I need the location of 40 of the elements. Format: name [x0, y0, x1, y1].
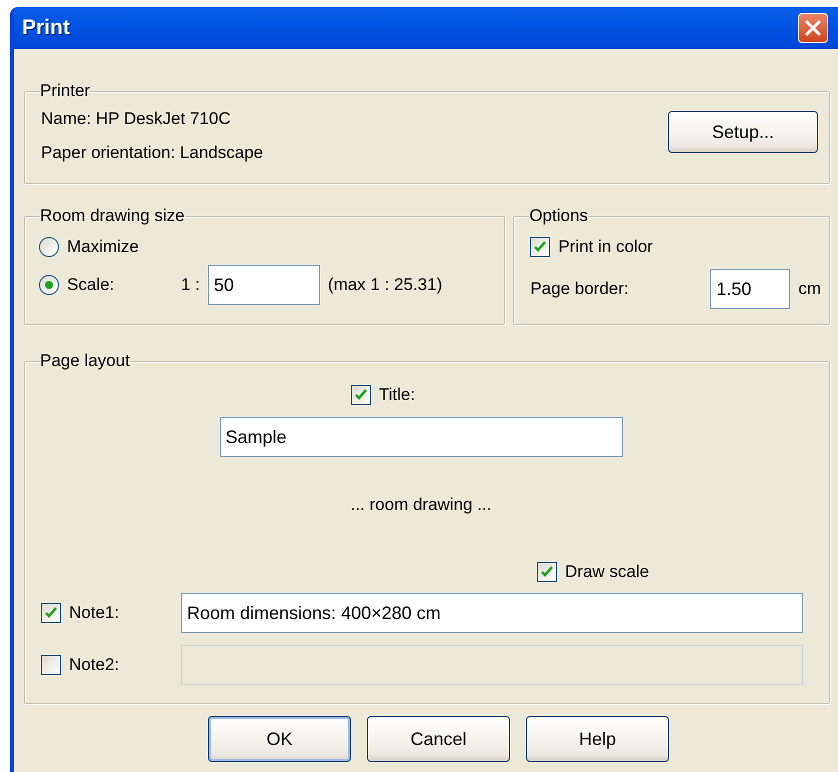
group-label: Room drawing size: [40, 206, 185, 226]
group-label: Options: [529, 206, 588, 226]
window-title: Print: [22, 16, 70, 40]
checkbox-label: Note2:: [69, 655, 120, 675]
max-scale-note: (max 1 : 25.31): [328, 275, 442, 295]
printer-name: Name: HP DeskJet 710C: [41, 109, 232, 129]
check-icon: [44, 606, 58, 620]
dialog-button[interactable]: Help: [526, 716, 669, 762]
dialog-button[interactable]: Cancel: [367, 716, 510, 762]
paper-orientation: Paper orientation: Landscape: [41, 143, 264, 163]
setup-button[interactable]: Setup...: [668, 111, 818, 153]
checkbox[interactable]: [537, 562, 557, 582]
group-label: Page layout: [40, 351, 130, 371]
checkbox-label: Note1:: [69, 603, 120, 623]
checkbox[interactable]: [530, 237, 550, 257]
check-icon: [354, 388, 368, 402]
dialog-button[interactable]: OK: [208, 716, 351, 762]
scale-field[interactable]: 50: [208, 265, 320, 305]
checkbox[interactable]: [41, 603, 61, 623]
radio-label: Scale:: [67, 275, 116, 295]
note-field[interactable]: Room dimensions: 400×280 cm: [181, 593, 803, 633]
group-label: Printer: [40, 81, 90, 101]
checkbox-label: Print in color: [558, 237, 653, 257]
checkbox[interactable]: [41, 655, 61, 675]
checkbox[interactable]: [350, 385, 371, 405]
checkbox-label: Draw scale: [565, 562, 650, 582]
close-icon: [804, 19, 822, 37]
unit-label: cm: [798, 279, 821, 299]
radio-button[interactable]: [39, 237, 59, 257]
title-field[interactable]: Sample: [220, 417, 622, 457]
radio-button[interactable]: [39, 275, 59, 295]
check-icon: [540, 565, 554, 579]
ratio-label: 1 :: [181, 275, 200, 295]
page-border-field[interactable]: 1.50: [710, 269, 790, 309]
page-border-label: Page border:: [530, 279, 630, 299]
close-button[interactable]: [798, 13, 828, 43]
checkbox-label: Title:: [378, 385, 416, 405]
radio-label: Maximize: [67, 237, 140, 257]
drawing-caption: ... room drawing ...: [350, 495, 492, 516]
check-icon: [533, 240, 548, 254]
